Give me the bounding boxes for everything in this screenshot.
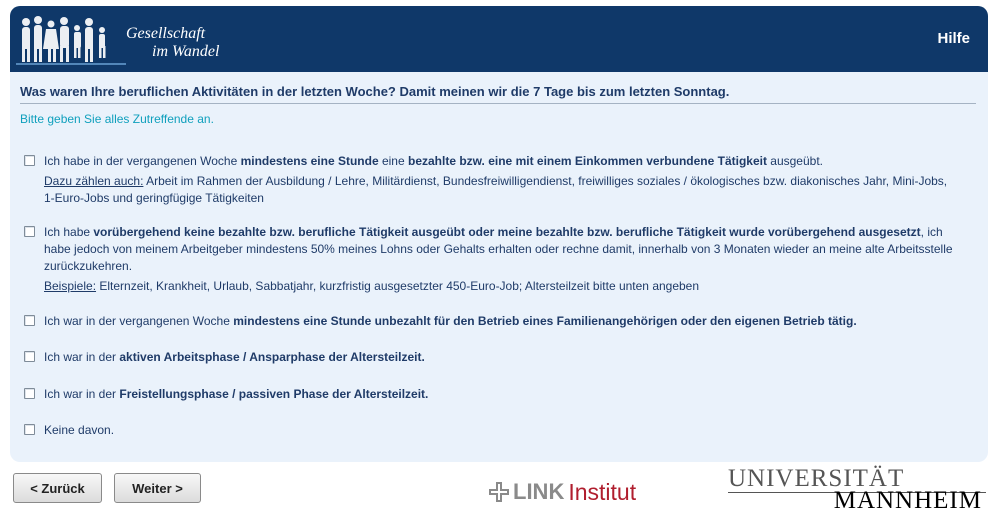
- option-temporarily-absent: Ich habe vorübergehend keine bezahlte bz…: [24, 224, 954, 295]
- link-cross-icon: [489, 482, 509, 502]
- instruction-text: Bitte geben Sie alles Zutreffende an.: [20, 112, 214, 126]
- help-link[interactable]: Hilfe: [937, 30, 970, 47]
- people-silhouettes-icon: [16, 16, 126, 65]
- option-checkbox[interactable]: [24, 351, 35, 362]
- note-text: Arbeit im Rahmen der Ausbildung / Lehre,…: [44, 174, 948, 205]
- header-bar: Gesellschaft im Wandel Hilfe: [10, 6, 988, 72]
- note-label: Dazu zählen auch:: [44, 174, 144, 188]
- uni-line2: MANNHEIM: [833, 487, 982, 514]
- option-checkbox[interactable]: [24, 226, 35, 237]
- note-label: Beispiele:: [44, 279, 97, 293]
- option-note: Dazu zählen auch: Arbeit im Rahmen der A…: [44, 173, 954, 207]
- survey-panel: Gesellschaft im Wandel Hilfe Was waren I…: [10, 6, 988, 462]
- institut-word: Institut: [568, 478, 637, 505]
- link-institut-logo: LINK Institut: [488, 478, 636, 506]
- option-unpaid-family-work: Ich war in der vergangenen Woche mindest…: [24, 313, 954, 330]
- link-word: LINK: [513, 479, 565, 504]
- option-none: Keine davon.: [24, 422, 954, 439]
- option-active-partial-retirement: Ich war in der aktiven Arbeitsphase / An…: [24, 349, 954, 366]
- logo-line1: Gesellschaft: [126, 25, 206, 42]
- note-text: Elternzeit, Krankheit, Urlaub, Sabbatjah…: [96, 279, 700, 293]
- question-divider: [20, 103, 976, 104]
- logo-line2: im Wandel: [152, 43, 220, 60]
- question-text: Was waren Ihre beruflichen Aktivitäten i…: [20, 84, 730, 99]
- logo-text: Gesellschaft im Wandel: [126, 25, 219, 61]
- universitaet-mannheim-logo: UNIVERSITÄT MANNHEIM: [728, 465, 986, 514]
- next-button[interactable]: Weiter >: [114, 473, 201, 503]
- option-paid-work: Ich habe in der vergangenen Woche mindes…: [24, 153, 954, 207]
- back-button[interactable]: < Zurück: [13, 473, 102, 503]
- option-checkbox[interactable]: [24, 155, 35, 166]
- option-checkbox[interactable]: [24, 315, 35, 326]
- option-checkbox[interactable]: [24, 388, 35, 399]
- option-passive-partial-retirement: Ich war in der Freistellungsphase / pass…: [24, 386, 954, 403]
- option-note: Beispiele: Elternzeit, Krankheit, Urlaub…: [44, 278, 954, 295]
- gesellschaft-im-wandel-logo: Gesellschaft im Wandel: [16, 12, 256, 68]
- option-checkbox[interactable]: [24, 424, 35, 435]
